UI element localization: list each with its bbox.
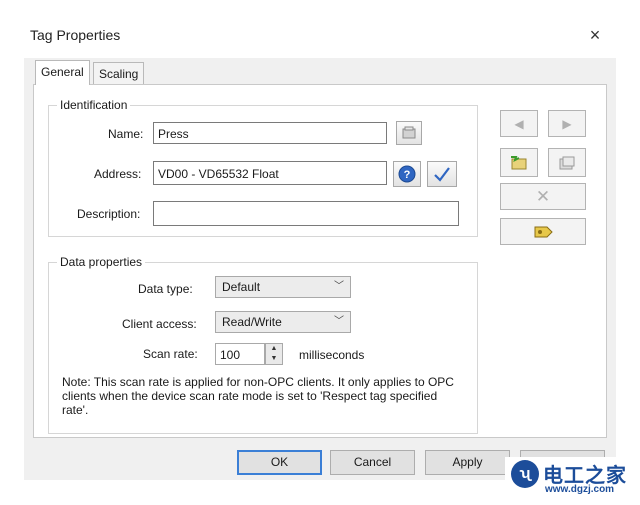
close-icon[interactable]: × [584, 24, 606, 46]
tag-icon [534, 226, 553, 237]
cancel-button[interactable]: Cancel [330, 450, 415, 475]
tag-browse-icon [402, 126, 416, 139]
tab-scaling[interactable]: Scaling [93, 62, 145, 85]
description-label: Description: [77, 207, 141, 221]
watermark-url: www.dgzj.com [545, 484, 615, 495]
scan-rate-unit: milliseconds [299, 348, 365, 362]
address-help-button[interactable]: ? [393, 161, 421, 187]
tag-properties-button[interactable] [500, 218, 586, 245]
data-type-value: Default [222, 280, 261, 294]
data-type-label: Data type: [138, 282, 193, 296]
watermark-logo-icon: ʯ [511, 460, 539, 488]
new-tag-button[interactable] [500, 148, 538, 177]
delete-x-icon: ✕ [535, 186, 551, 206]
stepper-down-icon[interactable]: ▼ [266, 354, 282, 364]
duplicate-icon [559, 156, 575, 169]
apply-button[interactable]: Apply [425, 450, 510, 475]
delete-tag-button[interactable]: ✕ [500, 183, 586, 210]
scan-rate-stepper[interactable]: ▲ ▼ [265, 343, 283, 365]
svg-text:?: ? [404, 169, 411, 181]
identification-group-title: Identification [57, 98, 131, 112]
address-field[interactable]: VD00 - VD65532 Float [153, 161, 387, 185]
arrow-left-icon: ◀ [514, 116, 524, 131]
chevron-down-icon: ﹀ [334, 281, 344, 292]
title-bar: Tag Properties × [0, 0, 640, 58]
data-type-select[interactable]: Default ﹀ [215, 276, 351, 298]
stepper-up-icon[interactable]: ▲ [266, 344, 282, 354]
arrow-right-icon: ▶ [562, 116, 572, 131]
scan-rate-label: Scan rate: [143, 347, 198, 361]
scan-rate-note: Note: This scan rate is applied for non-… [62, 375, 454, 417]
data-properties-group-title: Data properties [57, 255, 146, 269]
checkmark-icon [434, 167, 450, 182]
client-access-select[interactable]: Read/Write ﹀ [215, 311, 351, 333]
new-tag-icon [511, 155, 527, 169]
ok-button[interactable]: OK [237, 450, 322, 475]
duplicate-tag-button[interactable] [548, 148, 586, 177]
description-field[interactable] [153, 201, 459, 226]
next-tag-button[interactable]: ▶ [548, 110, 586, 137]
name-label: Name: [108, 127, 144, 141]
client-access-value: Read/Write [222, 315, 282, 329]
chevron-down-icon: ﹀ [334, 316, 344, 327]
scan-rate-field[interactable]: 100 [215, 343, 265, 365]
client-access-label: Client access: [122, 317, 197, 331]
address-validate-button[interactable] [427, 161, 457, 187]
help-icon: ? [398, 165, 416, 183]
address-label: Address: [94, 167, 142, 181]
name-field[interactable]: Press [153, 122, 387, 144]
watermark: ʯ 电工之家 www.dgzj.com [505, 457, 635, 497]
window-title: Tag Properties [30, 27, 121, 43]
previous-tag-button[interactable]: ◀ [500, 110, 538, 137]
browse-name-button[interactable] [396, 121, 422, 145]
tab-general[interactable]: General [35, 60, 90, 85]
